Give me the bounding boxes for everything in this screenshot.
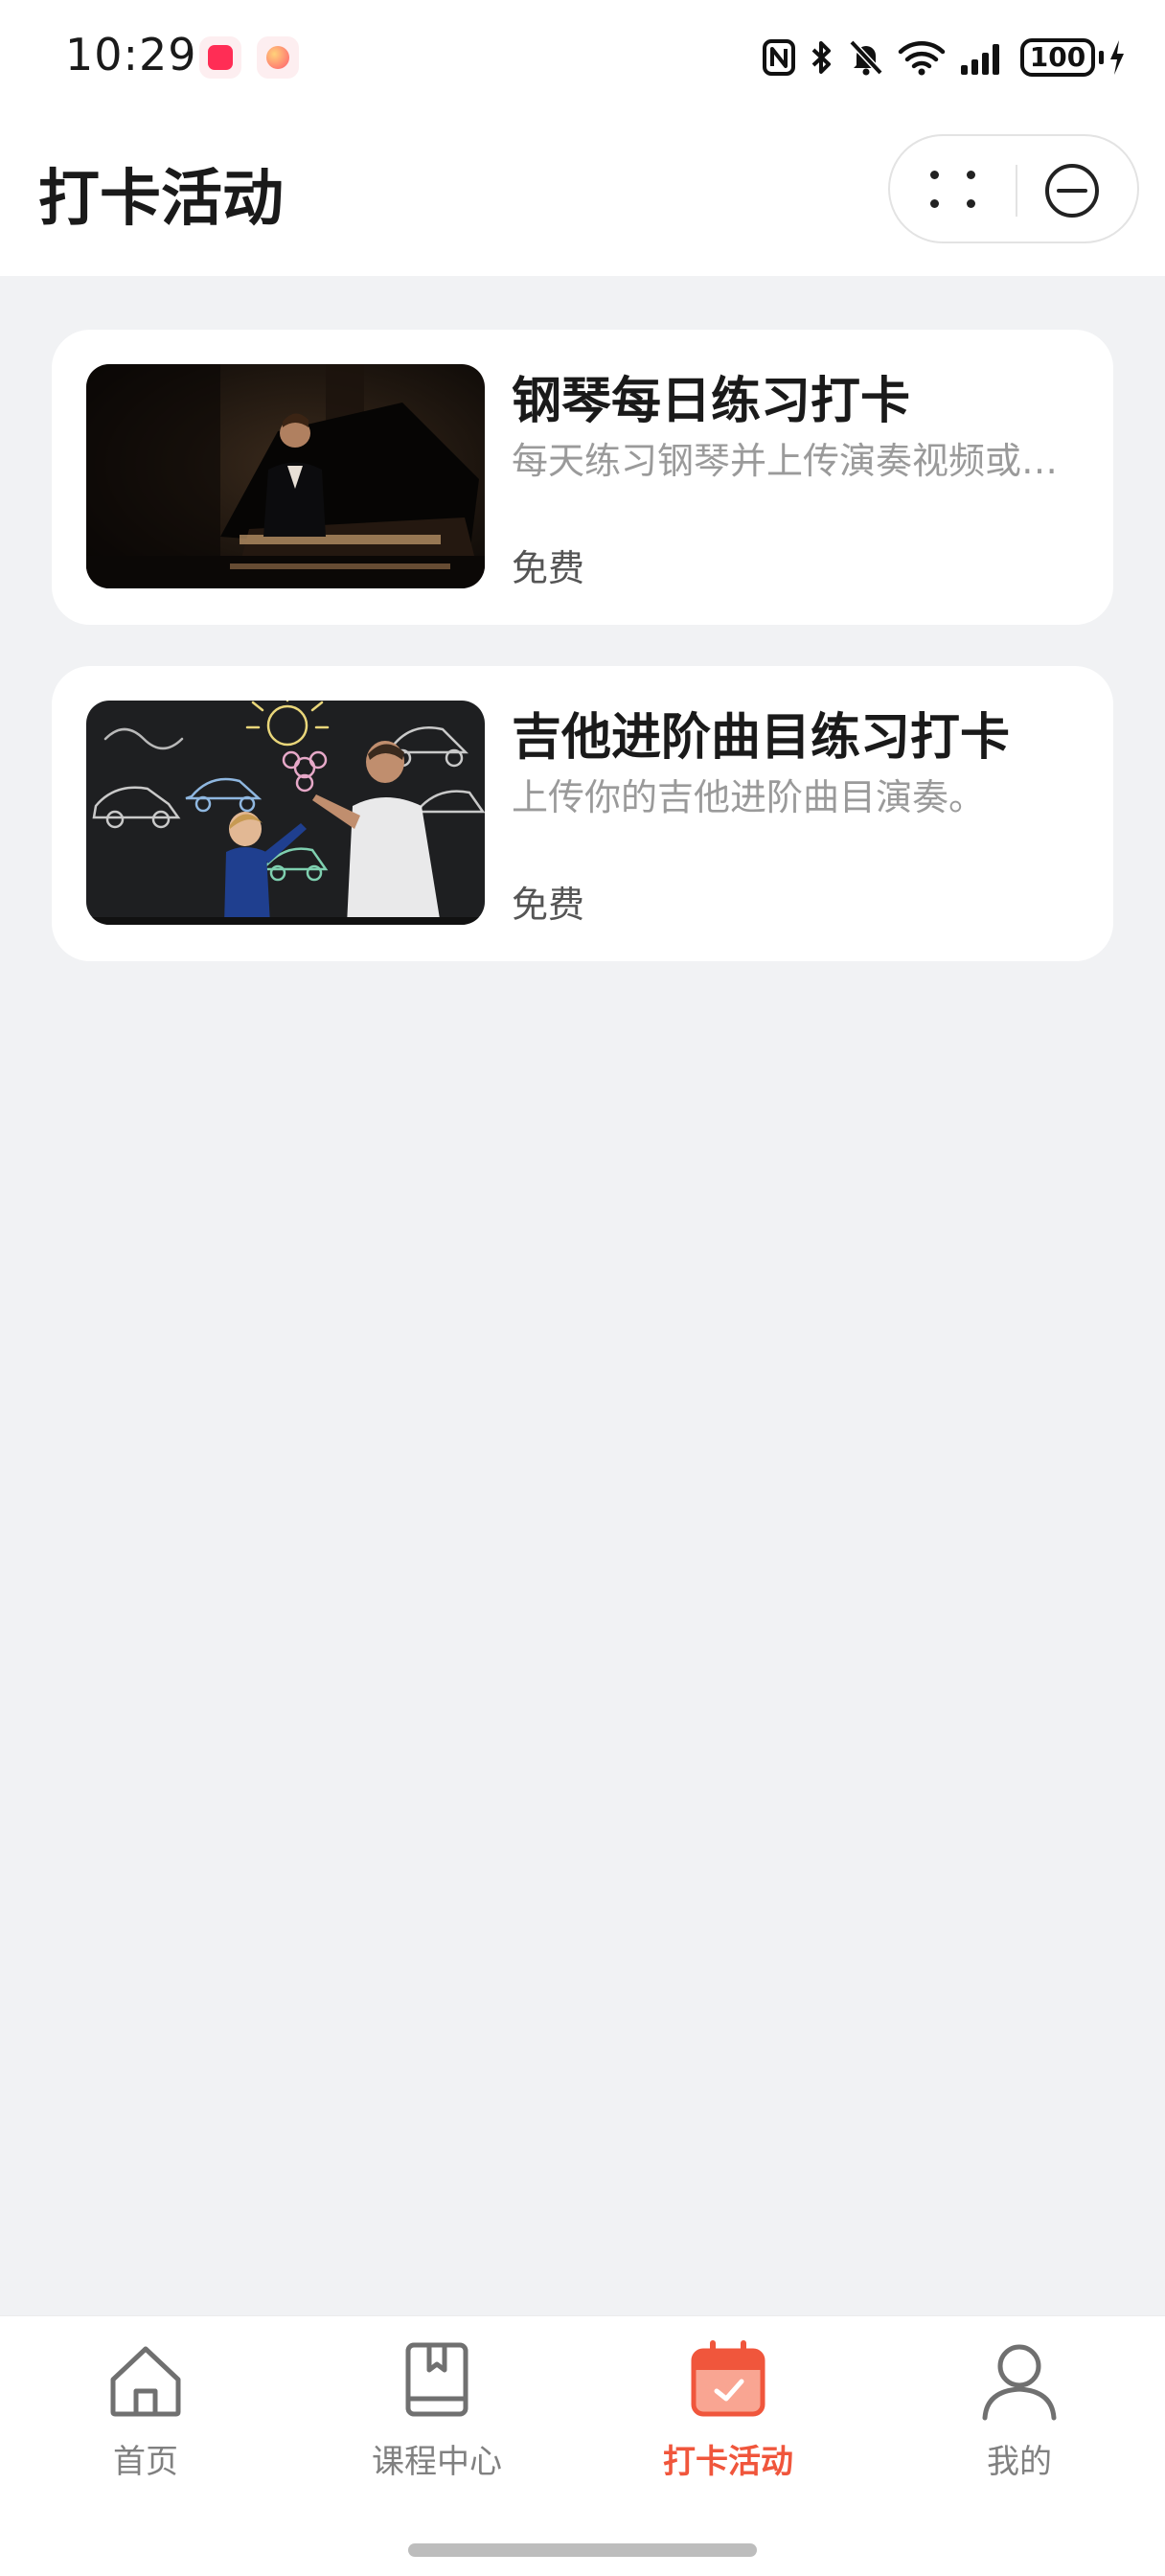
nfc-icon <box>763 39 795 76</box>
status-time: 10:29 <box>65 29 197 80</box>
card-price: 免费 <box>512 547 585 589</box>
close-mini-program-icon[interactable] <box>1043 162 1101 219</box>
checkin-card-piano[interactable]: 钢琴每日练习打卡 每天练习钢琴并上传演奏视频或录音 免费 <box>52 330 1113 625</box>
more-icon[interactable] <box>928 163 982 217</box>
card-thumbnail <box>86 364 485 588</box>
taobao-notification-icon <box>199 36 241 79</box>
tab-label: 课程中心 <box>372 2443 502 2481</box>
battery-tip <box>1099 51 1104 64</box>
checkin-card-guitar[interactable]: 吉他进阶曲目练习打卡 上传你的吉他进阶曲目演奏。 免费 <box>52 666 1113 961</box>
card-thumbnail <box>86 701 485 925</box>
tab-label: 我的 <box>987 2443 1052 2481</box>
tab-label: 打卡活动 <box>663 2443 793 2481</box>
book-icon <box>405 2342 468 2417</box>
card-price: 免费 <box>512 884 585 926</box>
capsule-divider <box>1016 165 1017 217</box>
card-description: 上传你的吉他进阶曲目演奏。 <box>512 776 986 818</box>
mini-program-capsule <box>888 134 1139 243</box>
status-bar: 10:29 100 <box>0 0 1165 115</box>
page-title: 打卡活动 <box>38 164 284 235</box>
bluetooth-icon <box>811 41 831 74</box>
home-icon <box>110 2346 181 2417</box>
person-icon <box>982 2344 1057 2421</box>
bottom-tab-bar: 首页 课程中心 打卡活动 我的 <box>0 2315 1165 2576</box>
mute-bell-icon <box>849 39 883 76</box>
tab-profile[interactable]: 我的 <box>874 2337 1165 2500</box>
page-header: 打卡活动 <box>0 115 1165 276</box>
card-title: 钢琴每日练习打卡 <box>512 373 911 430</box>
card-description: 每天练习钢琴并上传演奏视频或录音 <box>512 440 1077 482</box>
tab-home[interactable]: 首页 <box>0 2337 291 2500</box>
card-title: 吉他进阶曲目练习打卡 <box>512 709 1011 767</box>
battery-indicator: 100 <box>1020 38 1127 77</box>
chalkboard-photo <box>86 701 485 925</box>
tab-course-center[interactable]: 课程中心 <box>291 2337 582 2500</box>
tab-label: 首页 <box>113 2443 178 2481</box>
tab-checkin-activity[interactable]: 打卡活动 <box>582 2337 874 2500</box>
pianist-photo <box>86 364 485 588</box>
signal-icon <box>961 44 999 75</box>
status-icons: 100 <box>762 33 1127 82</box>
app-notification-icon <box>257 36 299 79</box>
wifi-icon <box>898 41 946 76</box>
charging-bolt-icon <box>1110 40 1124 75</box>
home-indicator[interactable] <box>408 2543 757 2557</box>
calendar-check-icon <box>691 2340 765 2417</box>
battery-level: 100 <box>1020 38 1095 77</box>
